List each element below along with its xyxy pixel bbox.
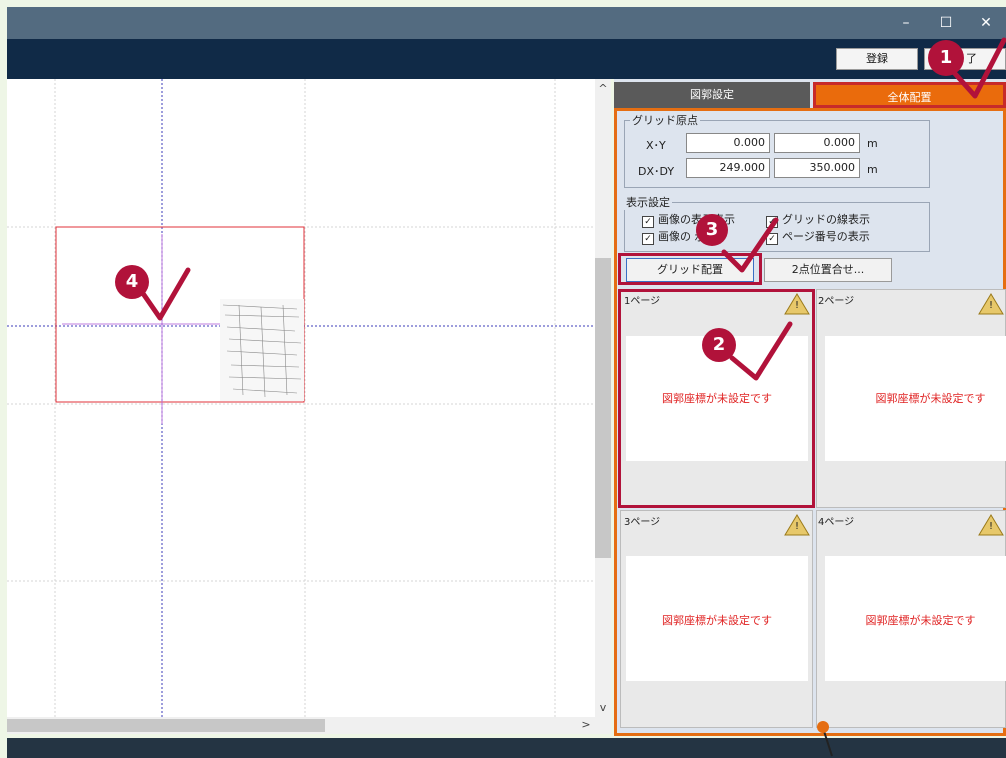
checkmark-icon xyxy=(947,37,1006,99)
pointer-dot xyxy=(817,721,829,733)
checkmark-icon xyxy=(721,217,779,273)
checkmark-icon xyxy=(729,321,793,381)
checkmark-icon xyxy=(139,267,191,321)
checkmark-overlay xyxy=(139,37,1006,757)
